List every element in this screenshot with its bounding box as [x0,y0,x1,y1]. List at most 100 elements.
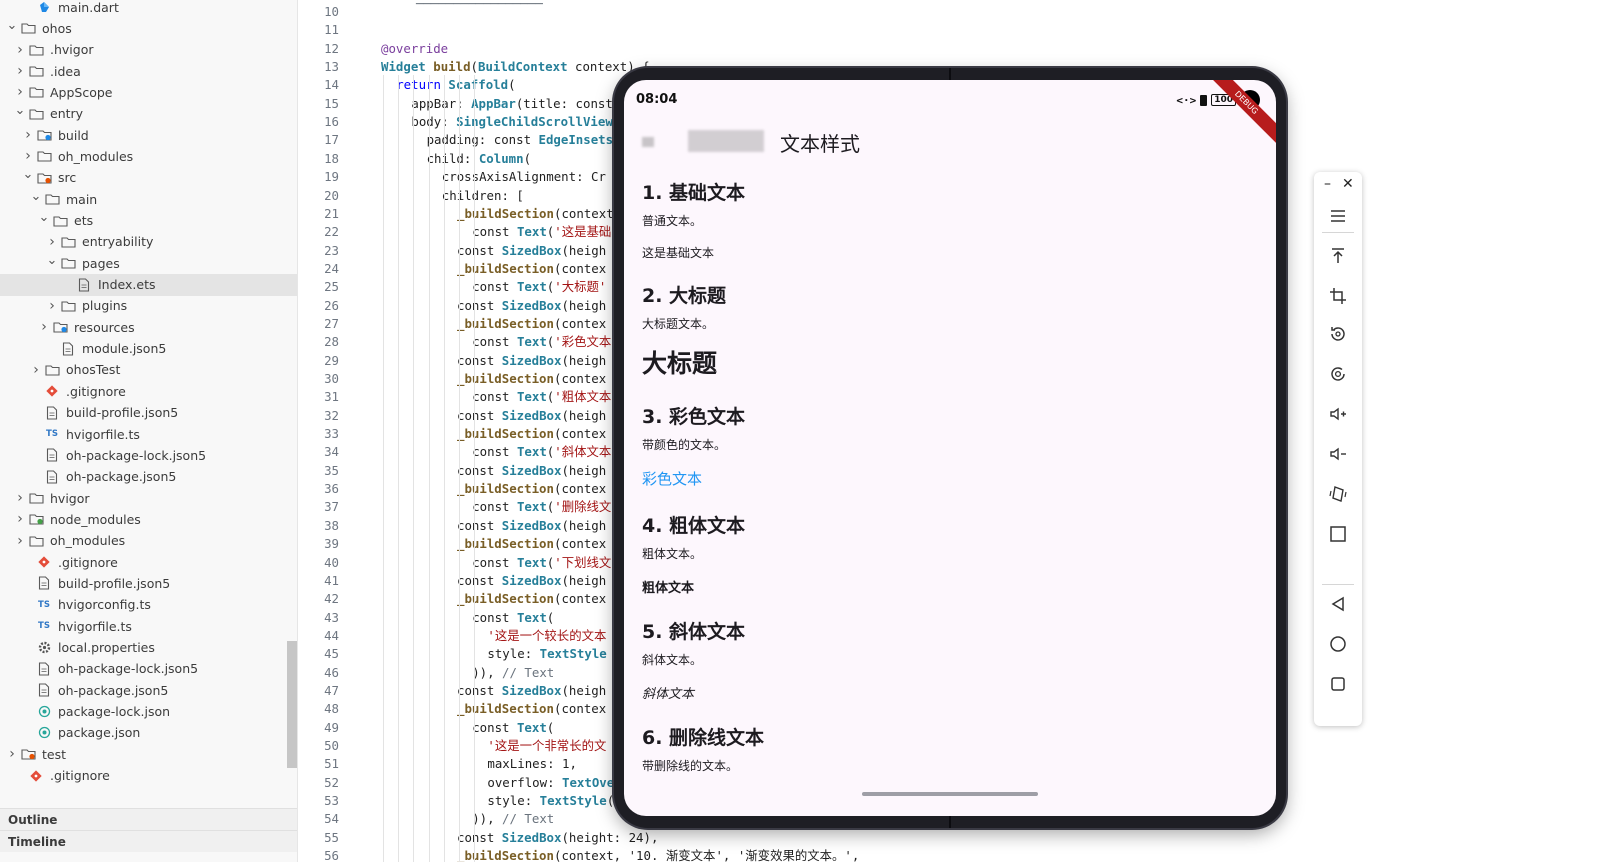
code-line[interactable]: overflow: TextOve [487,773,614,792]
volume-down-icon[interactable] [1326,442,1350,466]
code-line[interactable]: _buildSection(context, '10. 渐变文本', '渐变效果… [457,846,859,862]
tree-folder-row[interactable]: › oh_modules [0,145,297,167]
tree-file-row[interactable]: build-profile.json5 [0,402,297,424]
tree-folder-row[interactable]: › node_modules [0,508,297,530]
code-line[interactable]: '这是一个非常长的文 [487,736,606,755]
chevron-right-icon[interactable]: › [4,746,20,762]
code-line[interactable]: style: TextStyle [487,644,606,663]
tree-file-row[interactable]: oh-package.json5 [0,466,297,488]
tree-folder-row[interactable]: ⌄ entry [0,103,297,125]
chevron-down-icon[interactable]: ⌄ [36,210,52,225]
chevron-down-icon[interactable]: ⌄ [20,167,36,182]
tree-file-row[interactable]: Index.ets [0,273,297,296]
timeline-section-header[interactable]: Timeline [0,830,297,852]
explorer-scrollbar[interactable] [287,641,297,768]
tree-folder-row[interactable]: ⌄ main [0,188,297,210]
code-line[interactable]: const Text( [472,718,554,737]
tree-file-row[interactable]: package-lock.json [0,701,297,723]
code-line[interactable]: const SizedBox(heigh [457,516,606,535]
code-line[interactable]: _buildSection(contex [457,314,606,333]
chevron-right-icon[interactable]: › [28,362,44,378]
chevron-right-icon[interactable]: › [36,319,52,335]
code-line[interactable]: const Text('这是基础 [472,222,611,241]
tree-folder-row[interactable]: › test [0,743,297,765]
tree-folder-row[interactable]: › plugins [0,295,297,317]
back-icon[interactable] [1326,592,1350,616]
code-line[interactable]: const Text('斜体文本 [472,442,611,461]
volume-up-icon[interactable] [1326,402,1350,426]
chevron-down-icon[interactable]: ⌄ [4,18,20,33]
code-line[interactable]: Widget build(BuildContext context) { [381,57,650,76]
pin-top-icon[interactable] [1326,244,1350,268]
tree-file-row[interactable]: .gitignore [0,380,297,402]
tree-file-row[interactable]: TS hvigorconfig.ts [0,594,297,616]
back-icon[interactable] [642,137,654,147]
code-line[interactable]: '这是一个较长的文本 [487,626,606,645]
outline-section-header[interactable]: Outline [0,808,297,830]
home-icon[interactable] [1326,632,1350,656]
tree-folder-row[interactable]: › entryability [0,231,297,253]
chevron-right-icon[interactable]: › [12,490,28,506]
tree-file-row[interactable]: main.dart [0,0,297,18]
code-line[interactable]: const SizedBox(heigh [457,296,606,315]
tree-folder-row[interactable]: › oh_modules [0,530,297,552]
code-line[interactable]: const SizedBox(heigh [457,681,606,700]
tree-file-row[interactable]: .gitignore [0,765,297,787]
code-line[interactable]: _buildSection(contex [457,259,606,278]
code-line[interactable]: appBar: AppBar(title: const [411,94,612,113]
code-line[interactable]: const SizedBox(heigh [457,461,606,480]
tree-file-row[interactable]: TS hvigorfile.ts [0,615,297,637]
code-line[interactable]: const Text('大标题' [472,277,606,296]
chevron-right-icon[interactable]: › [20,148,36,164]
code-line[interactable]: _buildSection(contex [457,699,606,718]
shake-icon[interactable] [1326,482,1350,506]
rotate-icon[interactable] [1326,322,1350,346]
chevron-down-icon[interactable]: ⌄ [12,103,28,118]
menu-icon[interactable] [1326,204,1350,228]
tree-file-row[interactable]: build-profile.json5 [0,572,297,594]
code-line[interactable]: const Text( [472,608,554,627]
code-line[interactable]: _buildSection(context [457,204,614,223]
tree-file-row[interactable]: TS hvigorfile.ts [0,423,297,445]
tree-folder-row[interactable]: ⌄ src [0,167,297,189]
chevron-right-icon[interactable]: › [44,298,60,314]
chevron-right-icon[interactable]: › [12,533,28,549]
chevron-right-icon[interactable]: › [12,42,28,58]
chevron-right-icon[interactable]: › [44,234,60,250]
code-line[interactable]: @override [381,39,448,58]
code-line[interactable]: children: [ [442,186,524,205]
minimize-icon[interactable]: – [1324,176,1331,192]
code-line[interactable]: const Text('粗体文本 [472,387,611,406]
code-line[interactable]: style: TextStyle( [487,791,614,810]
code-line[interactable]: _buildSection(contex [457,534,606,553]
tree-folder-row[interactable]: › resources [0,316,297,338]
close-icon[interactable]: ✕ [1342,176,1354,192]
code-line[interactable]: )), // Text [472,809,554,828]
tree-file-row[interactable]: oh-package-lock.json5 [0,444,297,466]
code-line[interactable]: crossAxisAlignment: Cr [442,167,606,186]
tree-folder-row[interactable]: ⌄ ets [0,210,297,232]
code-line[interactable]: padding: const EdgeInsets [427,130,614,149]
chevron-right-icon[interactable]: › [12,84,28,100]
home-indicator[interactable] [862,792,1038,796]
tree-file-row[interactable]: package.json [0,722,297,744]
tree-folder-row[interactable]: › AppScope [0,81,297,103]
tree-folder-row[interactable]: › ohosTest [0,359,297,381]
device-screen[interactable]: 08:04 <·> 100 DEBUG 文本样式 1. 基础文本 普通文本。 这是基… [624,80,1276,816]
tree-folder-row[interactable]: ⌄ ohos [0,17,297,39]
code-line[interactable]: const SizedBox(heigh [457,351,606,370]
tree-file-row[interactable]: oh-package.json5 [0,679,297,701]
code-line[interactable]: )), // Text [472,663,554,682]
tree-folder-row[interactable]: › build [0,124,297,146]
tree-file-row[interactable]: oh-package-lock.json5 [0,658,297,680]
code-line[interactable]: const SizedBox(heigh [457,241,606,260]
code-line[interactable]: child: Column( [427,149,531,168]
tree-file-row[interactable]: local.properties [0,637,297,659]
chevron-right-icon[interactable]: › [12,511,28,527]
crop-icon[interactable] [1326,284,1350,308]
chevron-down-icon[interactable]: ⌄ [28,189,44,204]
chevron-right-icon[interactable]: › [20,127,36,143]
code-line[interactable]: _buildSection(contex [457,369,606,388]
tree-file-row[interactable]: module.json5 [0,338,297,360]
code-line[interactable]: const SizedBox(heigh [457,571,606,590]
